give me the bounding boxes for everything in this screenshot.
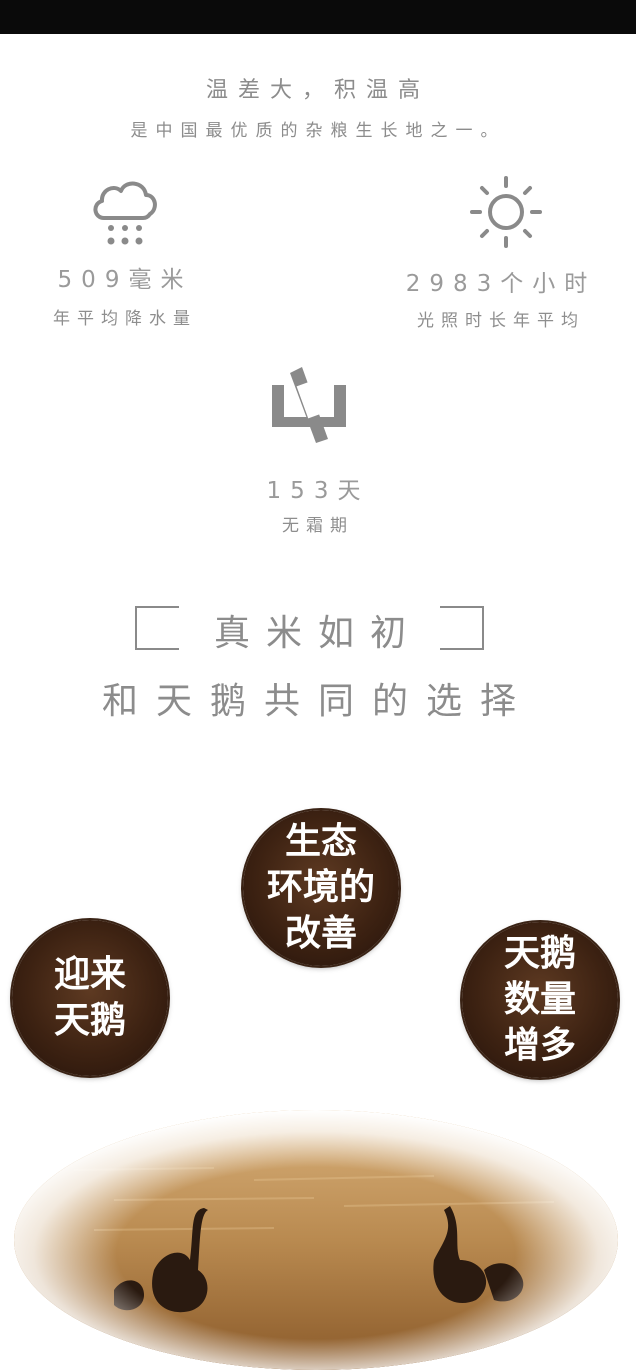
intro-subline: 是中国最优质的杂粮生长地之一。 [130, 121, 506, 141]
stat-sunshine: 2983个小时 光照时长年平均 [396, 170, 606, 340]
stat-sunshine-value: 2983个小时 [405, 271, 597, 297]
slogan-line-2: 和天鹅共同的选择 [101, 681, 534, 722]
slogan-line-1: 真米如初 [213, 613, 422, 654]
stat-rainfall: 509毫米 年平均降水量 [30, 170, 220, 340]
stat-sunshine-label: 光照时长年平均 [417, 311, 585, 331]
circle-ecology-improved: 生态 环境的 改善 [243, 810, 399, 966]
circle-swans-increase: 天鹅 数量 增多 [462, 922, 618, 1078]
intro-headline: 温差大，积温高 [205, 78, 430, 103]
top-bar [0, 0, 636, 34]
circle-swans-arrive: 迎来 天鹅 [12, 920, 168, 1076]
rain-cloud-icon [88, 174, 162, 252]
sun-icon [466, 172, 546, 256]
stat-rainfall-label: 年平均降水量 [53, 309, 197, 329]
frost-free-icon [268, 367, 350, 449]
stat-rainfall-value: 509毫米 [57, 267, 193, 293]
swans-on-water-photo [14, 1110, 618, 1370]
stat-frost-free-label: 无霜期 [282, 516, 354, 536]
stat-frost-free: 153天 无霜期 [218, 365, 418, 536]
stat-frost-free-value: 153天 [266, 478, 370, 504]
